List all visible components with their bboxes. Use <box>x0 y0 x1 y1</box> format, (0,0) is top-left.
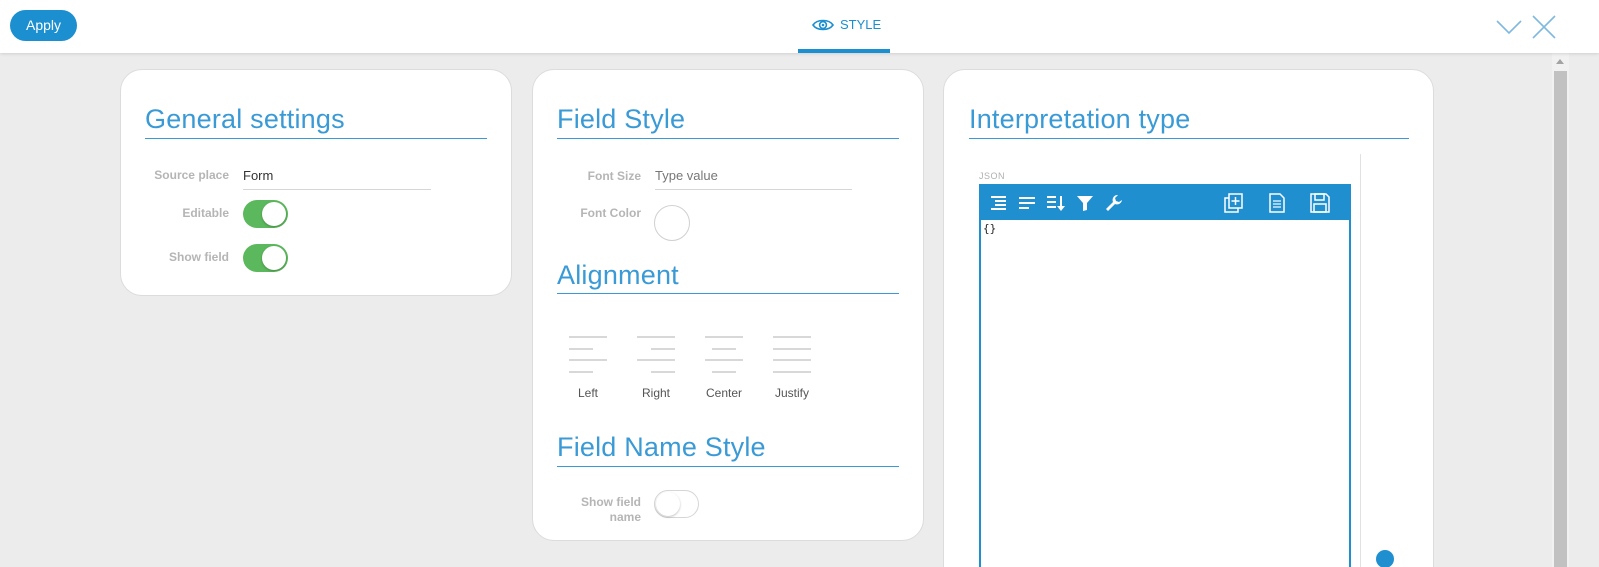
json-editor-label: JSON <box>979 171 1006 181</box>
editable-toggle[interactable] <box>243 200 288 228</box>
alignment-title: Alignment <box>557 260 679 290</box>
save-icon[interactable] <box>1308 191 1332 215</box>
title-divider <box>557 138 899 139</box>
toggle-knob <box>262 202 286 226</box>
scroll-up-arrow[interactable] <box>1556 59 1564 64</box>
show-field-name-toggle[interactable] <box>654 490 699 518</box>
toggle-knob <box>262 246 286 270</box>
json-toolbar <box>981 186 1349 220</box>
format-icon[interactable] <box>987 191 1011 215</box>
show-field-name-label-2: name <box>609 510 641 524</box>
title-divider <box>557 466 899 467</box>
document-icon[interactable] <box>1265 191 1289 215</box>
json-editor[interactable]: {} <box>979 184 1351 567</box>
title-divider <box>557 293 899 294</box>
wrench-icon[interactable] <box>1102 191 1126 215</box>
source-place-input[interactable] <box>243 168 431 190</box>
show-field-toggle[interactable] <box>243 244 288 272</box>
apply-button[interactable]: Apply <box>10 10 77 41</box>
scroll-thumb[interactable] <box>1554 71 1567 567</box>
font-size-input[interactable] <box>655 168 852 190</box>
font-size-label: Font Size <box>587 169 641 183</box>
general-settings-title: General settings <box>145 104 345 134</box>
field-style-card: Field Style Font Size Font Color Alignme… <box>532 69 924 541</box>
field-name-style-title: Field Name Style <box>557 432 766 462</box>
editable-label: Editable <box>182 206 229 220</box>
chevron-down-icon[interactable] <box>1496 14 1522 40</box>
top-bar: Apply STYLE <box>0 0 1599 53</box>
status-dot <box>1376 550 1394 567</box>
title-divider <box>145 138 487 139</box>
general-settings-card: General settings Source place Editable S… <box>120 69 512 296</box>
field-style-title: Field Style <box>557 104 686 134</box>
tab-style-label: STYLE <box>840 17 882 32</box>
toggle-knob <box>656 492 680 516</box>
font-color-picker[interactable] <box>654 205 690 241</box>
compact-icon[interactable] <box>1015 191 1039 215</box>
duplicate-icon[interactable] <box>1222 191 1246 215</box>
tab-active-indicator <box>798 49 890 53</box>
source-place-label: Source place <box>154 168 229 182</box>
show-field-name-label: Show field <box>581 495 641 509</box>
title-divider <box>969 138 1409 139</box>
filter-icon[interactable] <box>1073 191 1097 215</box>
show-field-label: Show field <box>169 250 229 264</box>
json-content[interactable]: {} <box>983 222 996 235</box>
eye-icon <box>812 19 834 30</box>
tab-style[interactable]: STYLE <box>798 0 890 53</box>
sort-icon[interactable] <box>1044 191 1068 215</box>
align-right-label: Right <box>641 386 670 400</box>
panel-divider <box>1360 154 1361 567</box>
interpretation-type-title: Interpretation type <box>969 104 1191 134</box>
page-scrollbar[interactable] <box>1552 53 1569 567</box>
align-center-label: Center <box>705 386 743 400</box>
font-color-label: Font Color <box>580 206 641 220</box>
interpretation-type-card: Interpretation type JSON {} <box>943 69 1434 567</box>
align-left-label: Left <box>577 386 598 400</box>
align-justify-label: Justify <box>774 386 809 400</box>
close-icon[interactable] <box>1531 14 1557 40</box>
